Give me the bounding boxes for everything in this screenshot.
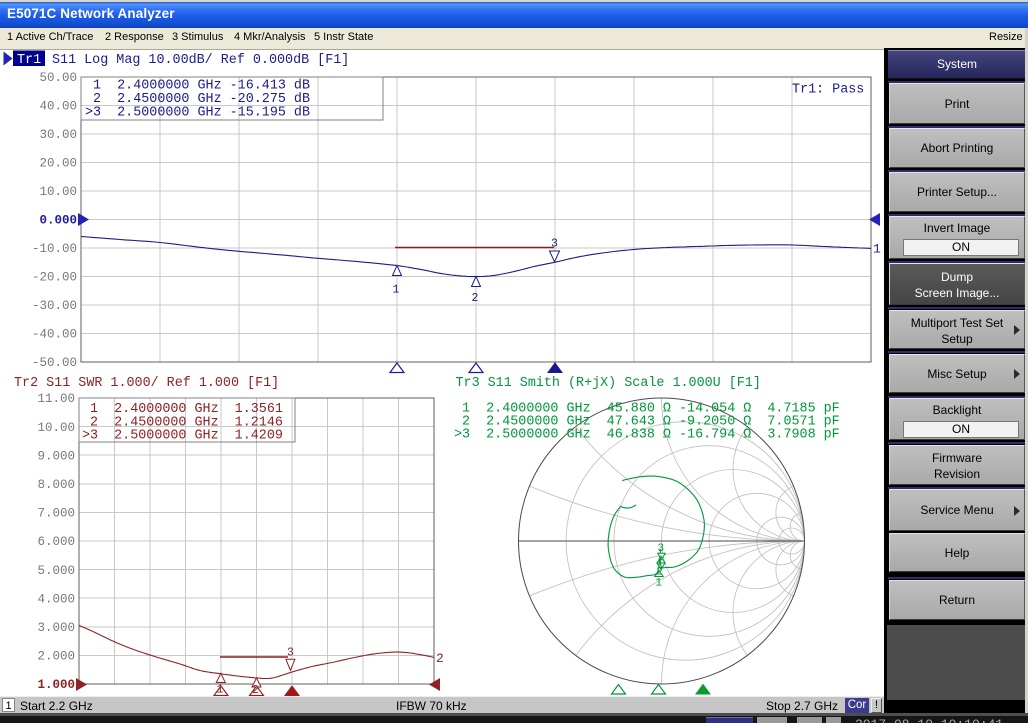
svg-text:8.000: 8.000 [37, 478, 75, 492]
svg-text:50.00: 50.00 [39, 71, 77, 85]
svg-text:1.000: 1.000 [37, 678, 75, 692]
svg-text:4.000: 4.000 [37, 592, 75, 606]
svg-text:40.00: 40.00 [39, 100, 77, 114]
svg-text:2: 2 [472, 292, 479, 305]
svg-text:1: 1 [873, 242, 881, 257]
svg-text:2.000: 2.000 [37, 650, 75, 664]
svg-text:0.000: 0.000 [39, 214, 77, 228]
svg-text:Tr1: Tr1 [17, 53, 41, 68]
svg-text:3: 3 [551, 238, 558, 251]
svg-text:-20.00: -20.00 [32, 271, 77, 285]
svg-text:20.00: 20.00 [39, 157, 77, 171]
svg-text:11.00: 11.00 [37, 392, 75, 406]
svg-text:5.000: 5.000 [37, 564, 75, 578]
svg-text:-10.00: -10.00 [32, 242, 77, 256]
svg-text:1: 1 [655, 578, 662, 590]
svg-text:>3 2.5000000 GHz -15.195 dB: >3 2.5000000 GHz -15.195 dB [85, 105, 310, 120]
svg-text:>3 2.5000000 GHz 46.838 Ω -1: >3 2.5000000 GHz 46.838 Ω -16.794 Ω 3.79… [454, 427, 840, 442]
svg-text:-30.00: -30.00 [32, 299, 77, 313]
svg-text:-50.00: -50.00 [32, 356, 77, 370]
svg-text:>3 2.5000000 GHz 1.4209: >3 2.5000000 GHz 1.4209 [82, 429, 283, 444]
svg-text:1: 1 [393, 284, 400, 297]
svg-text:10.00: 10.00 [39, 185, 77, 199]
svg-text:Tr2 S11 SWR 1.000/ Ref 1.000 [: Tr2 S11 SWR 1.000/ Ref 1.000 [F1] [14, 376, 279, 391]
svg-text:6.000: 6.000 [37, 535, 75, 549]
svg-text:7.000: 7.000 [37, 507, 75, 521]
svg-text:Tr3 S11 Smith (R+jX) Scale 1.0: Tr3 S11 Smith (R+jX) Scale 1.000U [F1] [456, 376, 761, 391]
svg-text:3: 3 [287, 646, 294, 659]
svg-text:9.000: 9.000 [37, 449, 75, 463]
svg-text:3.000: 3.000 [37, 621, 75, 635]
svg-text:1: 1 [217, 684, 224, 697]
svg-text:S11 Log Mag 10.00dB/ Ref 0.000: S11 Log Mag 10.00dB/ Ref 0.000dB [F1] [52, 53, 349, 68]
svg-text:2: 2 [436, 651, 444, 666]
svg-text:10.00: 10.00 [37, 421, 75, 435]
svg-text:30.00: 30.00 [39, 128, 77, 142]
svg-text:-40.00: -40.00 [32, 328, 77, 342]
svg-text:Tr1: Pass: Tr1: Pass [792, 83, 864, 98]
